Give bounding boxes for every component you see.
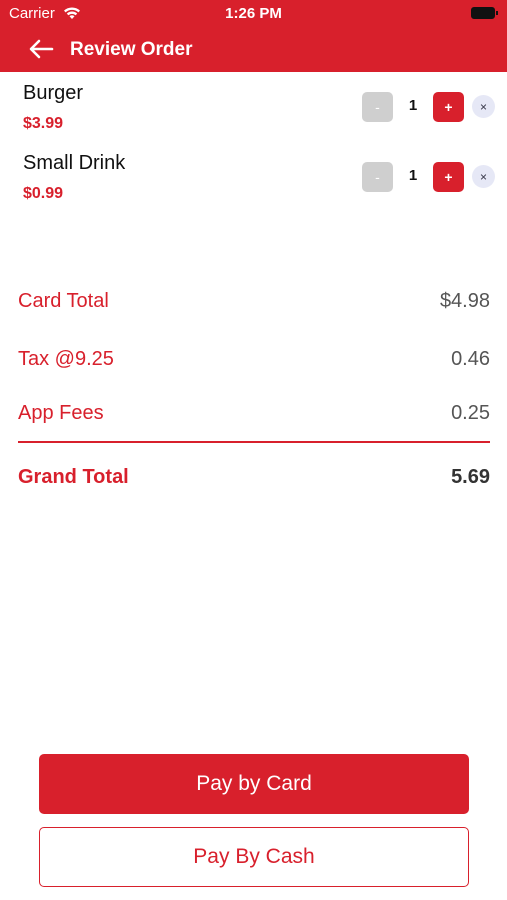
app-header: Carrier 1:26 PM Review Order bbox=[0, 0, 507, 72]
grand-total-value: 5.69 bbox=[451, 466, 490, 488]
quantity-value: 1 bbox=[408, 97, 418, 114]
battery-icon bbox=[471, 7, 498, 19]
increase-quantity-button[interactable]: + bbox=[433, 162, 464, 192]
increase-quantity-button[interactable]: + bbox=[433, 92, 464, 122]
decrease-quantity-button[interactable]: - bbox=[362, 92, 393, 122]
item-price: $0.99 bbox=[23, 185, 64, 202]
item-name: Burger bbox=[23, 82, 84, 104]
status-time: 1:26 PM bbox=[225, 5, 282, 22]
item-name: Small Drink bbox=[23, 152, 126, 174]
nav-bar: Review Order bbox=[0, 28, 507, 72]
summary-divider bbox=[18, 441, 490, 443]
back-arrow-icon[interactable] bbox=[28, 38, 54, 60]
order-item: Small Drink $0.99 - 1 + × bbox=[0, 152, 507, 214]
decrease-quantity-button[interactable]: - bbox=[362, 162, 393, 192]
remove-item-button[interactable]: × bbox=[472, 95, 495, 118]
card-total-label: Card Total bbox=[18, 290, 109, 312]
tax-value: 0.46 bbox=[451, 348, 490, 370]
remove-item-button[interactable]: × bbox=[472, 165, 495, 188]
tax-row: Tax @9.25 0.46 bbox=[18, 348, 490, 378]
status-bar: Carrier 1:26 PM bbox=[0, 0, 507, 28]
order-item: Burger $3.99 - 1 + × bbox=[0, 82, 507, 144]
tax-label: Tax @9.25 bbox=[18, 348, 114, 370]
app-fees-row: App Fees 0.25 bbox=[18, 402, 490, 432]
pay-by-card-button[interactable]: Pay by Card bbox=[39, 754, 469, 814]
page-title: Review Order bbox=[70, 39, 193, 60]
app-fees-value: 0.25 bbox=[451, 402, 490, 424]
grand-total-row: Grand Total 5.69 bbox=[18, 466, 490, 496]
card-total-value: $4.98 bbox=[439, 290, 490, 312]
pay-by-cash-button[interactable]: Pay By Cash bbox=[39, 827, 469, 887]
item-price: $3.99 bbox=[23, 115, 64, 132]
card-total-row: Card Total $4.98 bbox=[18, 290, 490, 320]
app-fees-label: App Fees bbox=[18, 402, 104, 424]
grand-total-label: Grand Total bbox=[18, 466, 129, 488]
quantity-value: 1 bbox=[408, 167, 418, 184]
